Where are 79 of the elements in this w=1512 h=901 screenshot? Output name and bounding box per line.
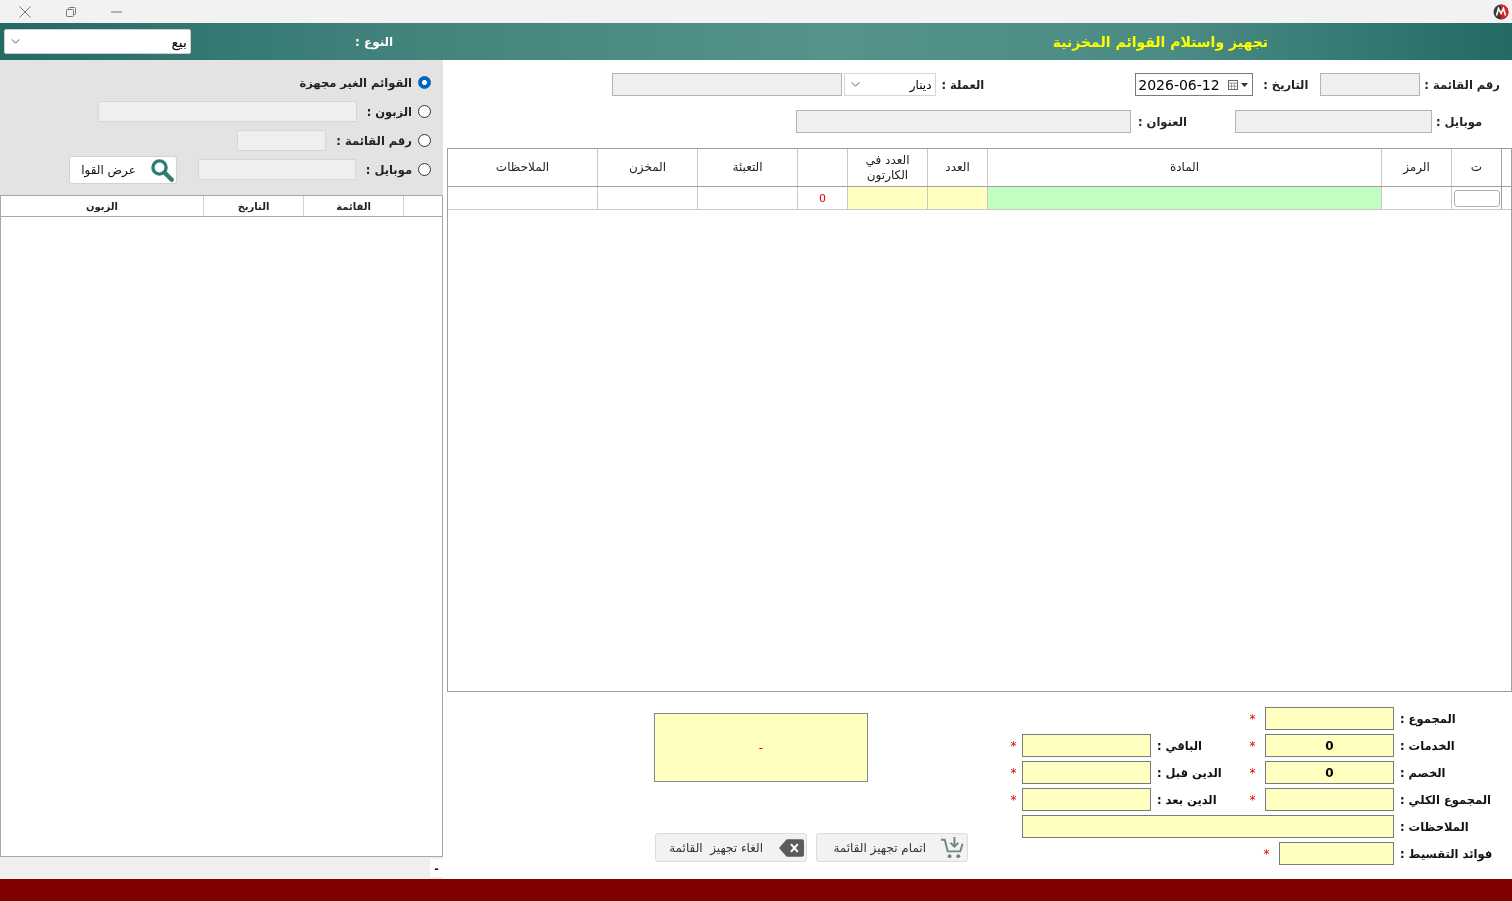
chevron-down-icon	[850, 82, 860, 87]
input-field[interactable]: 0	[1265, 734, 1394, 757]
column-header: الرمز	[1381, 149, 1451, 186]
field-label: رقم القائمة :	[1424, 77, 1500, 92]
column-header: المادة	[987, 149, 1381, 186]
close-icon[interactable]	[19, 5, 31, 18]
column-header: الزبون	[85, 199, 119, 215]
field-label: الدين بعد :	[1157, 792, 1218, 807]
restore-icon[interactable]	[66, 6, 76, 17]
field-label: موبايل :	[1436, 114, 1484, 129]
currency-dropdown[interactable]: دينار	[843, 73, 936, 96]
type-dropdown[interactable]: بيع	[4, 29, 191, 54]
input-field[interactable]: 0	[1265, 761, 1394, 784]
required-mark: *	[1010, 738, 1017, 753]
table-cell[interactable]	[847, 187, 927, 209]
window-title: تجهيز واستلام القوائم المخزنية	[1052, 33, 1268, 50]
field-label: التاريخ :	[1263, 77, 1309, 92]
complete-button[interactable]: اتمام تجهيز القائمة	[816, 833, 968, 862]
chevron-down-icon	[11, 39, 20, 44]
caret-icon	[1241, 82, 1249, 87]
field-label: الخدمات :	[1400, 738, 1456, 753]
required-mark: *	[1249, 711, 1256, 726]
required-mark: *	[1249, 765, 1256, 780]
message-panel: -	[654, 713, 868, 782]
column-header: المخزن	[597, 149, 697, 186]
input-field[interactable]	[611, 73, 842, 96]
column-header: ت	[1451, 149, 1501, 186]
required-mark: *	[1249, 792, 1256, 807]
field-label: المجموع :	[1400, 711, 1457, 726]
search-icon	[149, 157, 174, 182]
column-header: العدد في الكارتون	[847, 149, 927, 186]
backspace-icon	[779, 838, 804, 857]
required-mark: *	[1249, 738, 1256, 753]
column-header: الملاحظات	[494, 159, 551, 176]
field-label: فوائد التقسيط :	[1400, 846, 1494, 861]
radio-button[interactable]	[418, 134, 431, 147]
field-label: الباقي :	[1157, 738, 1204, 753]
field-label: الدين قبل :	[1157, 765, 1223, 780]
input-field[interactable]	[1022, 788, 1151, 811]
app-logo-icon	[1493, 3, 1509, 20]
table-cell[interactable]: 0	[797, 187, 847, 209]
cart-icon	[940, 835, 965, 860]
field-label: الخصم :	[1400, 765, 1447, 780]
input-field[interactable]	[1265, 788, 1394, 811]
input-field[interactable]	[1235, 110, 1432, 133]
required-mark: *	[1263, 846, 1270, 861]
field-label: العنوان :	[1138, 114, 1187, 129]
table-cell[interactable]	[927, 187, 987, 209]
status-text: -	[430, 859, 443, 877]
radio-label: القوائم الغير مجهزة	[299, 75, 412, 90]
radio-label: موبايل :	[365, 162, 412, 177]
required-mark: *	[1010, 792, 1017, 807]
input-field[interactable]	[1022, 761, 1151, 784]
column-header: التعبئة	[697, 149, 797, 186]
radio-button[interactable]	[418, 105, 431, 118]
column-header: العدد	[927, 149, 987, 186]
column-header: التاريخ	[203, 196, 303, 216]
input-field[interactable]	[796, 110, 1131, 133]
radio-button[interactable]	[418, 163, 431, 176]
row-input-field[interactable]	[1453, 189, 1500, 207]
input-field[interactable]	[1022, 815, 1394, 838]
radio-label: الزبون :	[366, 104, 412, 119]
column-header: القائمة	[303, 196, 403, 216]
calendar-icon	[1228, 79, 1239, 90]
search-button[interactable]: عرض القوا	[68, 155, 177, 184]
table-cell[interactable]	[987, 187, 1381, 209]
input-field[interactable]	[1022, 734, 1151, 757]
radio-label: رقم القائمة :	[336, 133, 412, 148]
field-label: الملاحظات :	[1400, 819, 1470, 834]
radio-button[interactable]	[418, 76, 431, 89]
required-mark: *	[1010, 765, 1017, 780]
date-picker[interactable]: 2026-06-12	[1135, 73, 1254, 96]
cancel-button[interactable]: الغاء تجهيز القائمة	[655, 833, 807, 862]
field-label: المجموع الكلي :	[1400, 792, 1492, 807]
input-field[interactable]	[1265, 707, 1394, 730]
input-field[interactable]	[1320, 73, 1421, 96]
input-field[interactable]	[1279, 842, 1394, 865]
type-label: النوع :	[355, 34, 394, 49]
field-label: العملة :	[941, 77, 985, 92]
